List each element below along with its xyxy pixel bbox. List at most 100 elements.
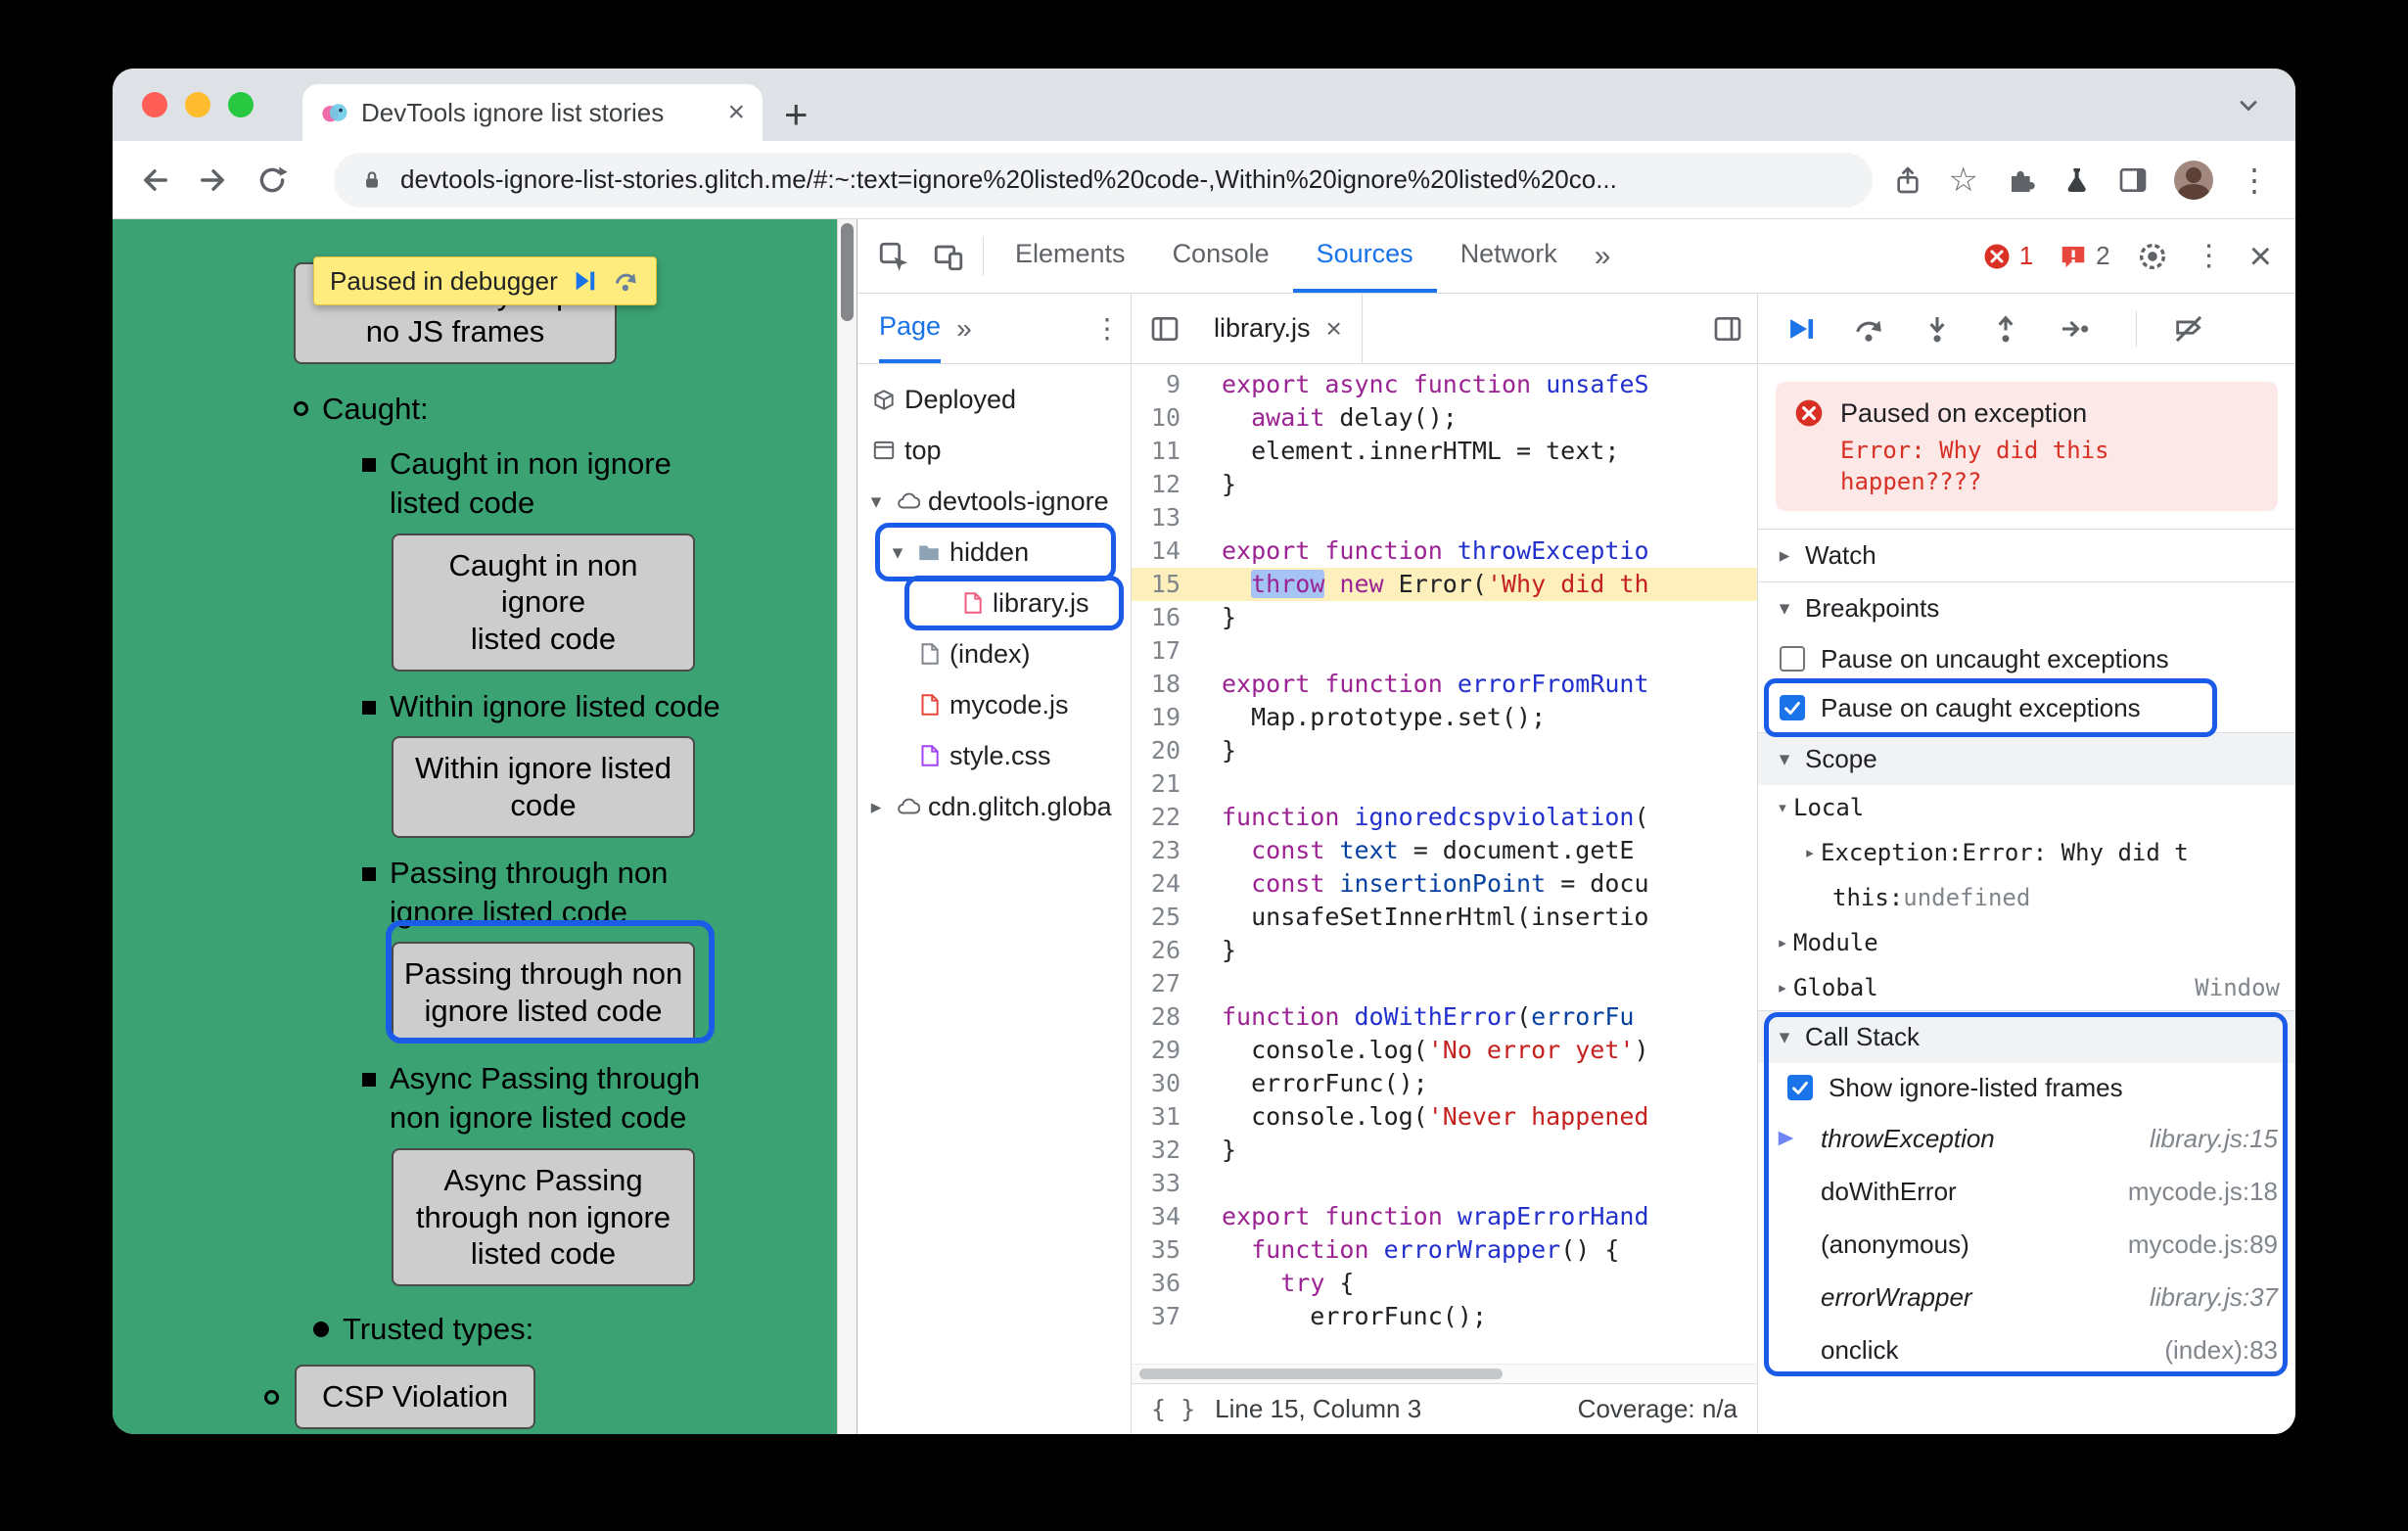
settings-gear-icon[interactable] (2136, 240, 2169, 273)
watch-section-header[interactable]: ▸ Watch (1758, 529, 2295, 581)
scope-global[interactable]: ▸ Global Window (1758, 965, 2295, 1010)
tab-search-chevron-icon[interactable] (2235, 92, 2262, 119)
navigator-tab-page[interactable]: Page (879, 294, 942, 363)
inspect-element-icon[interactable] (877, 240, 910, 273)
line-number[interactable]: 25 (1132, 901, 1196, 934)
line-number[interactable]: 10 (1132, 401, 1196, 435)
step-into-icon[interactable] (1921, 312, 1954, 346)
step-over-icon[interactable] (1852, 312, 1885, 346)
async-passing-through-button[interactable]: Async Passing through non ignore listed … (392, 1147, 695, 1287)
line-number[interactable]: 14 (1132, 534, 1196, 568)
tree-item-library-js[interactable]: library.js (857, 578, 1131, 628)
tree-item-origin[interactable]: ▾ devtools-ignore (857, 476, 1131, 527)
stack-frame[interactable]: errorWrapper library.js:37 (1758, 1271, 2295, 1323)
step-icon[interactable] (2058, 312, 2091, 346)
code-line[interactable]: 27 (1132, 967, 1757, 1000)
line-number[interactable]: 36 (1132, 1267, 1196, 1300)
extension-flask-icon[interactable] (2061, 164, 2092, 196)
line-number[interactable]: 20 (1132, 734, 1196, 767)
line-number[interactable]: 35 (1132, 1233, 1196, 1267)
issues-badge[interactable]: 2 (2059, 241, 2110, 271)
line-number[interactable]: 19 (1132, 701, 1196, 734)
tab-close-icon[interactable]: × (727, 98, 745, 127)
code-line[interactable]: 25 unsafeSetInnerHtml(insertio (1132, 901, 1757, 934)
file-tab-library-js[interactable]: library.js × (1194, 294, 1363, 363)
extensions-puzzle-icon[interactable] (2004, 164, 2035, 196)
scope-exception[interactable]: ▸ Exception: Error: Why did t (1758, 830, 2295, 875)
share-icon[interactable] (1892, 164, 1923, 196)
code-line[interactable]: 29 console.log('No error yet') (1132, 1034, 1757, 1067)
pretty-print-icon[interactable]: { } (1151, 1395, 1195, 1423)
tree-item-deployed[interactable]: Deployed (857, 374, 1131, 425)
expander-open-icon[interactable]: ▾ (865, 489, 887, 514)
call-stack-header[interactable]: ▾ Call Stack (1758, 1010, 2295, 1063)
forward-icon[interactable] (197, 163, 230, 197)
scope-local[interactable]: ▾ Local (1758, 785, 2295, 830)
stack-frame[interactable]: onclick (index):83 (1758, 1323, 2295, 1376)
expander-closed-icon[interactable]: ▸ (865, 795, 887, 819)
line-number[interactable]: 11 (1132, 435, 1196, 468)
close-window-button[interactable] (142, 92, 167, 117)
page-scrollbar[interactable] (837, 219, 857, 1434)
code-line[interactable]: 13 (1132, 501, 1757, 534)
code-line[interactable]: 23 const text = document.getE (1132, 834, 1757, 867)
deactivate-breakpoints-icon[interactable] (2172, 312, 2205, 346)
side-panel-icon[interactable] (2117, 164, 2149, 196)
code-line[interactable]: 10 await delay(); (1132, 401, 1757, 435)
tab-network[interactable]: Network (1437, 219, 1581, 293)
code-line[interactable]: 32} (1132, 1134, 1757, 1167)
toggle-navigator-icon[interactable] (1149, 313, 1181, 345)
code-line[interactable]: 11 element.innerHTML = text; (1132, 435, 1757, 468)
code-line[interactable]: 31 console.log('Never happened (1132, 1100, 1757, 1134)
code-line[interactable]: 22 function ignoredcspviolation( (1132, 801, 1757, 834)
address-bar[interactable]: devtools-ignore-list-stories.glitch.me/#… (334, 152, 1873, 208)
pause-caught-checkbox[interactable] (1780, 695, 1805, 720)
more-nav-tabs-icon[interactable]: » (956, 313, 972, 345)
line-number[interactable]: 30 (1132, 1067, 1196, 1100)
line-number[interactable]: 29 (1132, 1034, 1196, 1067)
step-over-icon[interactable] (613, 268, 640, 294)
code-line[interactable]: 37 errorFunc(); (1132, 1300, 1757, 1333)
line-number[interactable]: 17 (1132, 634, 1196, 668)
step-out-icon[interactable] (1989, 312, 2022, 346)
code-line[interactable]: 35 function errorWrapper() { (1132, 1233, 1757, 1267)
expander-open-icon[interactable]: ▾ (887, 540, 908, 565)
scrollbar-thumb[interactable] (1139, 1369, 1503, 1379)
passing-through-button[interactable]: Passing through non ignore listed code (392, 942, 695, 1044)
file-tab-close-icon[interactable]: × (1326, 314, 1342, 343)
code-line[interactable]: 19 Map.prototype.set(); (1132, 701, 1757, 734)
back-icon[interactable] (138, 163, 171, 197)
code-line[interactable]: 30 errorFunc(); (1132, 1067, 1757, 1100)
code-line[interactable]: 20} (1132, 734, 1757, 767)
resume-execution-icon[interactable] (1783, 312, 1817, 346)
line-number[interactable]: 9 (1132, 368, 1196, 401)
tab-elements[interactable]: Elements (992, 219, 1149, 293)
line-number[interactable]: 27 (1132, 967, 1196, 1000)
line-number[interactable]: 33 (1132, 1167, 1196, 1200)
line-number[interactable]: 18 (1132, 668, 1196, 701)
tree-item-mycode-js[interactable]: mycode.js (857, 679, 1131, 730)
code-line[interactable]: 21 (1132, 767, 1757, 801)
code-line[interactable]: 9 export async function unsafeS (1132, 368, 1757, 401)
line-number[interactable]: 26 (1132, 934, 1196, 967)
code-line[interactable]: 26} (1132, 934, 1757, 967)
line-number[interactable]: 21 (1132, 767, 1196, 801)
scope-section-header[interactable]: ▾ Scope (1758, 732, 2295, 785)
code-lines[interactable]: 9 export async function unsafeS 10 await d… (1132, 364, 1757, 1364)
code-line[interactable]: 14 export function throwExceptio (1132, 534, 1757, 568)
browser-menu-icon[interactable]: ⋮ (2239, 164, 2270, 196)
tree-item-cdn[interactable]: ▸ cdn.glitch.globa (857, 781, 1131, 832)
stack-frame[interactable]: (anonymous) mycode.js:89 (1758, 1218, 2295, 1271)
tree-item-style-css[interactable]: style.css (857, 730, 1131, 781)
csp-violation-button[interactable]: CSP Violation (295, 1365, 536, 1430)
code-line[interactable]: 28 function doWithError(errorFu (1132, 1000, 1757, 1034)
code-line[interactable]: 34 export function wrapErrorHand (1132, 1200, 1757, 1233)
tree-item-index[interactable]: (index) (857, 628, 1131, 679)
tab-sources[interactable]: Sources (1292, 219, 1437, 293)
line-number[interactable]: 13 (1132, 501, 1196, 534)
line-number[interactable]: 23 (1132, 834, 1196, 867)
within-ignore-listed-button[interactable]: Within ignore listed code (392, 736, 695, 838)
code-line[interactable]: 17 (1132, 634, 1757, 668)
tab-console[interactable]: Console (1149, 219, 1293, 293)
profile-avatar[interactable] (2174, 160, 2213, 200)
